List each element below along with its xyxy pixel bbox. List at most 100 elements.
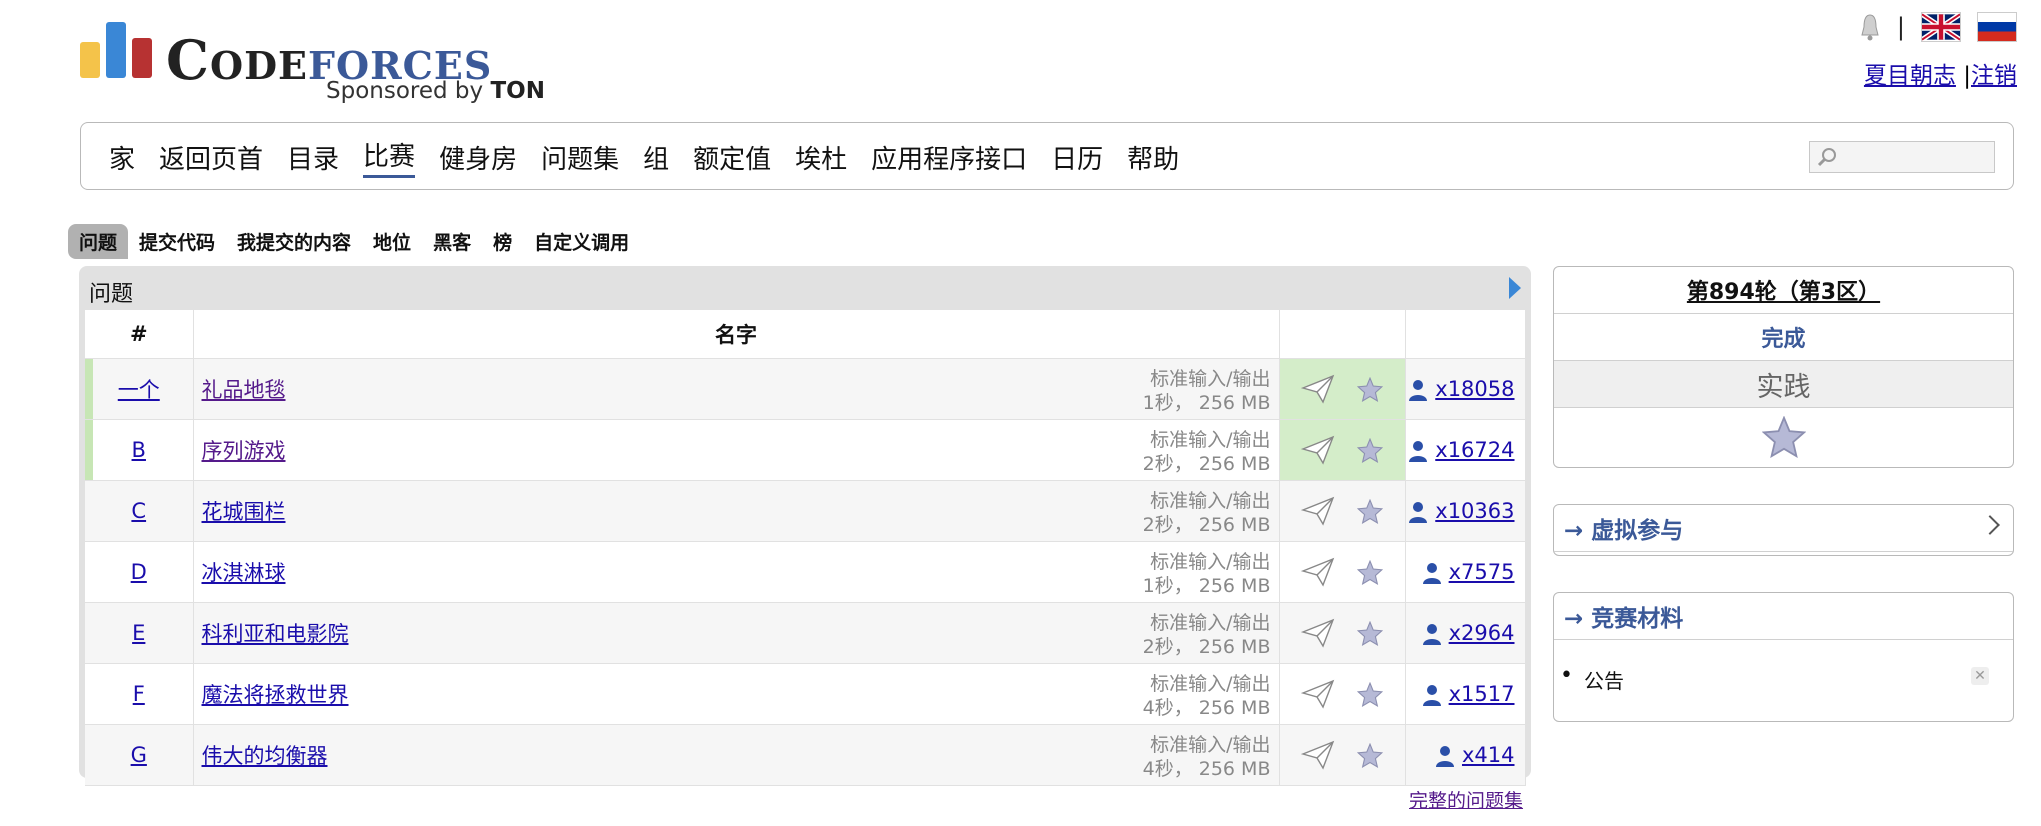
- problem-actions-cell: [1279, 358, 1406, 420]
- user-icon: [1435, 745, 1454, 767]
- virtual-participation-box[interactable]: → 虚拟参与: [1553, 504, 2014, 556]
- favorite-star-icon[interactable]: [1357, 498, 1383, 524]
- tab-submit-code[interactable]: 提交代码: [128, 224, 226, 259]
- submit-paper-plane-icon[interactable]: [1301, 740, 1335, 770]
- header-separator: |: [1896, 13, 1905, 41]
- solved-count-link[interactable]: x18058: [1435, 377, 1514, 401]
- problem-name-link[interactable]: 冰淇淋球: [202, 561, 286, 585]
- tab-custom-invocation[interactable]: 自定义调用: [523, 224, 640, 259]
- solved-count-link[interactable]: x16724: [1435, 438, 1514, 462]
- problem-index-link[interactable]: B: [132, 438, 146, 462]
- contest-materials-title: → 竞赛材料: [1564, 606, 1684, 632]
- contest-name-link[interactable]: 第894轮（第3区）: [1687, 274, 1880, 306]
- nav-item-catalog[interactable]: 目录: [287, 139, 339, 176]
- problem-limits: 标准输入/输出 1秒， 256 MB: [1143, 367, 1271, 415]
- problem-name-cell: 冰淇淋球 标准输入/输出 1秒， 256 MB: [193, 541, 1280, 603]
- problem-name-link[interactable]: 礼品地毯: [202, 378, 286, 402]
- problem-name-cell: 序列游戏 标准输入/输出 2秒， 256 MB: [193, 419, 1280, 481]
- favorite-star-icon[interactable]: [1357, 376, 1383, 402]
- user-icon: [1422, 623, 1441, 645]
- favorite-star-icon[interactable]: [1357, 620, 1383, 646]
- problem-name-cell: 花城围栏 标准输入/输出 2秒， 256 MB: [193, 480, 1280, 542]
- problem-name-link[interactable]: 序列游戏: [202, 439, 286, 463]
- problem-index-link[interactable]: F: [133, 682, 145, 706]
- problem-index-link[interactable]: G: [131, 743, 147, 767]
- nav-item-problemset[interactable]: 问题集: [541, 139, 619, 176]
- nav-item-rating[interactable]: 额定值: [693, 139, 771, 176]
- sponsor-text: Sponsored by TON: [326, 78, 545, 104]
- solved-count-link[interactable]: x10363: [1435, 499, 1514, 523]
- submit-paper-plane-icon[interactable]: [1301, 618, 1335, 648]
- english-flag-icon[interactable]: [1921, 12, 1961, 42]
- problem-index-link[interactable]: 一个: [118, 378, 160, 402]
- search-input[interactable]: [1809, 141, 1995, 173]
- nav-item-help[interactable]: 帮助: [1127, 139, 1179, 176]
- problem-index-link[interactable]: E: [132, 621, 145, 645]
- problem-time-memory: 2秒， 256 MB: [1142, 514, 1271, 536]
- problem-name-link[interactable]: 伟大的均衡器: [202, 744, 328, 768]
- favorite-star-icon[interactable]: [1761, 416, 1806, 458]
- problem-time-memory: 1秒， 256 MB: [1142, 575, 1271, 597]
- problem-index-cell: F: [85, 663, 194, 725]
- submit-paper-plane-icon[interactable]: [1301, 557, 1335, 587]
- problem-io: 标准输入/输出: [1150, 551, 1271, 573]
- close-icon[interactable]: ✕: [1971, 667, 1989, 685]
- material-announcement-link[interactable]: 公告: [1560, 663, 1624, 694]
- problem-io: 标准输入/输出: [1150, 429, 1271, 451]
- favorite-star-icon[interactable]: [1357, 681, 1383, 707]
- problem-io: 标准输入/输出: [1150, 734, 1271, 756]
- chevron-right-icon[interactable]: [1980, 515, 2000, 535]
- logout-link[interactable]: 注销: [1971, 63, 2017, 89]
- user-profile-link[interactable]: 夏目朝志: [1864, 63, 1956, 89]
- favorite-star-icon[interactable]: [1357, 559, 1383, 585]
- tab-problems[interactable]: 问题: [68, 223, 129, 259]
- logo-bars-icon: [80, 22, 152, 78]
- table-row: 一个 礼品地毯 标准输入/输出 1秒， 256 MB x18058: [85, 358, 1526, 420]
- solved-count-link[interactable]: x2964: [1449, 621, 1515, 645]
- bell-icon[interactable]: [1859, 13, 1881, 41]
- nav-item-calendar[interactable]: 日历: [1051, 139, 1103, 176]
- problem-index-link[interactable]: D: [131, 560, 147, 584]
- problem-limits: 标准输入/输出 4秒， 256 MB: [1143, 672, 1271, 720]
- problem-index-cell: D: [85, 541, 194, 603]
- submit-paper-plane-icon[interactable]: [1301, 496, 1335, 526]
- favorite-star-icon[interactable]: [1357, 742, 1383, 768]
- problem-limits: 标准输入/输出 1秒， 256 MB: [1143, 550, 1271, 598]
- panel-toggle-icon[interactable]: [1509, 277, 1521, 299]
- nav-item-home[interactable]: 家: [109, 139, 135, 176]
- problem-index-link[interactable]: C: [131, 499, 146, 523]
- codeforces-logo[interactable]: Codeforces Sponsored by TON: [78, 20, 548, 108]
- tab-my-submissions[interactable]: 我提交的内容: [226, 224, 362, 259]
- problem-index-cell: E: [85, 602, 194, 664]
- solved-count-link[interactable]: x1517: [1449, 682, 1515, 706]
- search-icon: [1817, 148, 1836, 167]
- nav-item-top[interactable]: 返回页首: [159, 139, 263, 176]
- nav-item-contests[interactable]: 比赛: [363, 136, 416, 178]
- problem-actions-cell: [1279, 541, 1406, 603]
- nav-item-groups[interactable]: 组: [643, 139, 669, 176]
- user-icon: [1409, 379, 1428, 401]
- virtual-participation-title[interactable]: → 虚拟参与: [1564, 511, 1683, 545]
- problem-index-cell: B: [85, 419, 194, 481]
- complete-problemset-link[interactable]: 完整的问题集: [1409, 786, 1523, 813]
- problem-solved-cell: x414: [1405, 724, 1526, 786]
- table-row: F 魔法将拯救世界 标准输入/输出 4秒， 256 MB x1517: [85, 663, 1526, 725]
- submit-paper-plane-icon[interactable]: [1301, 435, 1335, 465]
- submit-paper-plane-icon[interactable]: [1301, 374, 1335, 404]
- solved-count-link[interactable]: x414: [1462, 743, 1515, 767]
- problem-name-link[interactable]: 花城围栏: [202, 500, 286, 524]
- problem-solved-cell: x2964: [1405, 602, 1526, 664]
- favorite-star-icon[interactable]: [1357, 437, 1383, 463]
- problem-name-link[interactable]: 科利亚和电影院: [202, 622, 349, 646]
- tab-hacks[interactable]: 黑客: [422, 224, 482, 259]
- nav-item-edu[interactable]: 埃杜: [795, 139, 847, 176]
- submit-paper-plane-icon[interactable]: [1301, 679, 1335, 709]
- nav-item-api[interactable]: 应用程序接口: [871, 139, 1027, 176]
- tab-status[interactable]: 地位: [362, 224, 422, 259]
- tab-standings[interactable]: 榜: [482, 224, 523, 259]
- nav-item-gym[interactable]: 健身房: [439, 139, 517, 176]
- russian-flag-icon[interactable]: [1977, 12, 2017, 42]
- solved-count-link[interactable]: x7575: [1449, 560, 1515, 584]
- problem-name-link[interactable]: 魔法将拯救世界: [202, 683, 349, 707]
- contest-sub-nav: 问题 提交代码 我提交的内容 地位 黑客 榜 自定义调用: [68, 223, 640, 259]
